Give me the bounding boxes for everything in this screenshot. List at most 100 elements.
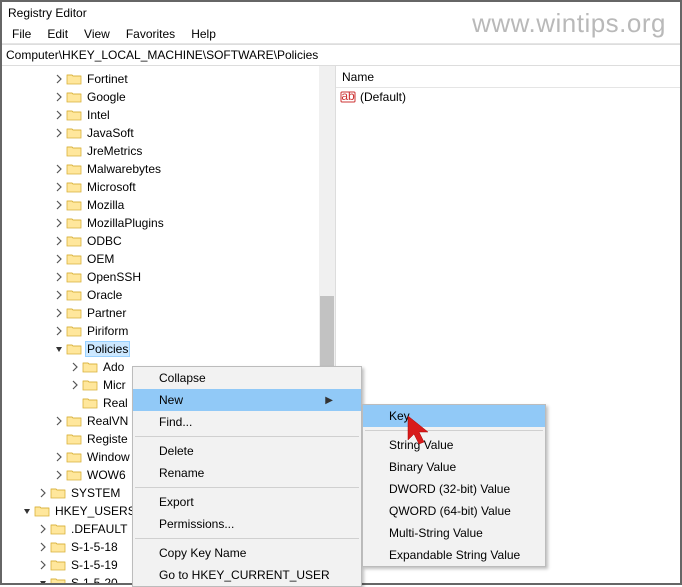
- menu-file[interactable]: File: [4, 25, 39, 43]
- svg-text:ab: ab: [341, 89, 355, 103]
- tree-label: Real: [101, 395, 130, 411]
- tree-item[interactable]: Policies: [4, 340, 335, 358]
- folder-icon: [50, 522, 66, 536]
- ctx-copy-key[interactable]: Copy Key Name: [133, 542, 361, 564]
- ctx-new[interactable]: New▶: [133, 389, 361, 411]
- tree-label: JreMetrics: [85, 143, 144, 159]
- chevron-right-icon[interactable]: [52, 288, 66, 302]
- ctx-new-string[interactable]: String Value: [363, 434, 545, 456]
- tree-label: OpenSSH: [85, 269, 143, 285]
- folder-icon: [66, 252, 82, 266]
- tree-item[interactable]: OpenSSH: [4, 268, 335, 286]
- folder-icon: [82, 396, 98, 410]
- chevron-right-icon[interactable]: [68, 378, 82, 392]
- ctx-find[interactable]: Find...: [133, 411, 361, 433]
- ctx-export[interactable]: Export: [133, 491, 361, 513]
- folder-icon: [66, 126, 82, 140]
- tree-item[interactable]: Oracle: [4, 286, 335, 304]
- chevron-right-icon[interactable]: [52, 198, 66, 212]
- value-row-default[interactable]: ab (Default): [336, 88, 680, 106]
- ctx-collapse[interactable]: Collapse: [133, 367, 361, 389]
- chevron-right-icon[interactable]: [52, 450, 66, 464]
- chevron-right-icon[interactable]: [36, 522, 50, 536]
- ctx-delete[interactable]: Delete: [133, 440, 361, 462]
- tree-item[interactable]: Microsoft: [4, 178, 335, 196]
- chevron-right-icon[interactable]: [52, 108, 66, 122]
- folder-icon: [66, 432, 82, 446]
- chevron-right-icon[interactable]: [52, 72, 66, 86]
- chevron-right-icon[interactable]: [52, 90, 66, 104]
- folder-icon: [66, 288, 82, 302]
- chevron-right-icon[interactable]: [52, 126, 66, 140]
- chevron-right-icon[interactable]: [52, 162, 66, 176]
- ctx-new-dword[interactable]: DWORD (32-bit) Value: [363, 478, 545, 500]
- tree-label: Fortinet: [85, 71, 130, 87]
- ctx-separator: [365, 430, 543, 431]
- ctx-permissions[interactable]: Permissions...: [133, 513, 361, 535]
- tree-label: Oracle: [85, 287, 124, 303]
- scrollbar-thumb[interactable]: [320, 296, 334, 376]
- chevron-right-icon[interactable]: [52, 270, 66, 284]
- chevron-right-icon[interactable]: [52, 306, 66, 320]
- context-menu-new: Key String Value Binary Value DWORD (32-…: [362, 404, 546, 567]
- tree-item[interactable]: Fortinet: [4, 70, 335, 88]
- chevron-right-icon[interactable]: [52, 216, 66, 230]
- tree-item[interactable]: ODBC: [4, 232, 335, 250]
- chevron-down-icon[interactable]: [20, 504, 34, 518]
- expander-none: [52, 432, 66, 446]
- folder-icon: [66, 234, 82, 248]
- tree-label: Mozilla: [85, 197, 126, 213]
- tree-item[interactable]: MozillaPlugins: [4, 214, 335, 232]
- tree-item[interactable]: Partner: [4, 304, 335, 322]
- chevron-right-icon[interactable]: [52, 468, 66, 482]
- tree-label: Microsoft: [85, 179, 138, 195]
- folder-icon: [66, 270, 82, 284]
- value-header[interactable]: Name: [336, 66, 680, 88]
- folder-icon: [66, 162, 82, 176]
- menu-edit[interactable]: Edit: [39, 25, 76, 43]
- ctx-separator: [135, 436, 359, 437]
- tree-item[interactable]: Mozilla: [4, 196, 335, 214]
- ctx-new-binary[interactable]: Binary Value: [363, 456, 545, 478]
- tree-label: JavaSoft: [85, 125, 136, 141]
- chevron-right-icon[interactable]: [52, 252, 66, 266]
- folder-icon: [66, 342, 82, 356]
- chevron-right-icon[interactable]: [36, 540, 50, 554]
- expander-none: [52, 144, 66, 158]
- chevron-right-icon[interactable]: [36, 558, 50, 572]
- chevron-down-icon[interactable]: [52, 342, 66, 356]
- ctx-new-expandable[interactable]: Expandable String Value: [363, 544, 545, 566]
- ctx-new-multistring[interactable]: Multi-String Value: [363, 522, 545, 544]
- folder-icon: [82, 378, 98, 392]
- folder-icon: [66, 72, 82, 86]
- string-value-icon: ab: [340, 89, 356, 105]
- ctx-separator: [135, 487, 359, 488]
- chevron-right-icon[interactable]: [36, 486, 50, 500]
- tree-item[interactable]: OEM: [4, 250, 335, 268]
- chevron-right-icon[interactable]: [52, 414, 66, 428]
- menu-favorites[interactable]: Favorites: [118, 25, 183, 43]
- ctx-rename[interactable]: Rename: [133, 462, 361, 484]
- context-menu-main: Collapse New▶ Find... Delete Rename Expo…: [132, 366, 362, 587]
- chevron-down-icon[interactable]: [36, 576, 50, 583]
- tree-item[interactable]: Malwarebytes: [4, 160, 335, 178]
- tree-item[interactable]: Intel: [4, 106, 335, 124]
- ctx-goto[interactable]: Go to HKEY_CURRENT_USER: [133, 564, 361, 586]
- chevron-right-icon[interactable]: [52, 234, 66, 248]
- tree-item[interactable]: Google: [4, 88, 335, 106]
- tree-label: Piriform: [85, 323, 130, 339]
- tree-item[interactable]: JreMetrics: [4, 142, 335, 160]
- chevron-right-icon[interactable]: [52, 324, 66, 338]
- folder-icon: [66, 90, 82, 104]
- ctx-new-key[interactable]: Key: [363, 405, 545, 427]
- ctx-new-qword[interactable]: QWORD (64-bit) Value: [363, 500, 545, 522]
- chevron-right-icon[interactable]: [68, 360, 82, 374]
- tree-item[interactable]: JavaSoft: [4, 124, 335, 142]
- path-bar[interactable]: Computer\HKEY_LOCAL_MACHINE\SOFTWARE\Pol…: [2, 44, 680, 66]
- folder-icon: [66, 324, 82, 338]
- menu-view[interactable]: View: [76, 25, 118, 43]
- tree-item[interactable]: Piriform: [4, 322, 335, 340]
- menu-help[interactable]: Help: [183, 25, 224, 43]
- tree-label: HKEY_USERS: [53, 503, 138, 519]
- chevron-right-icon[interactable]: [52, 180, 66, 194]
